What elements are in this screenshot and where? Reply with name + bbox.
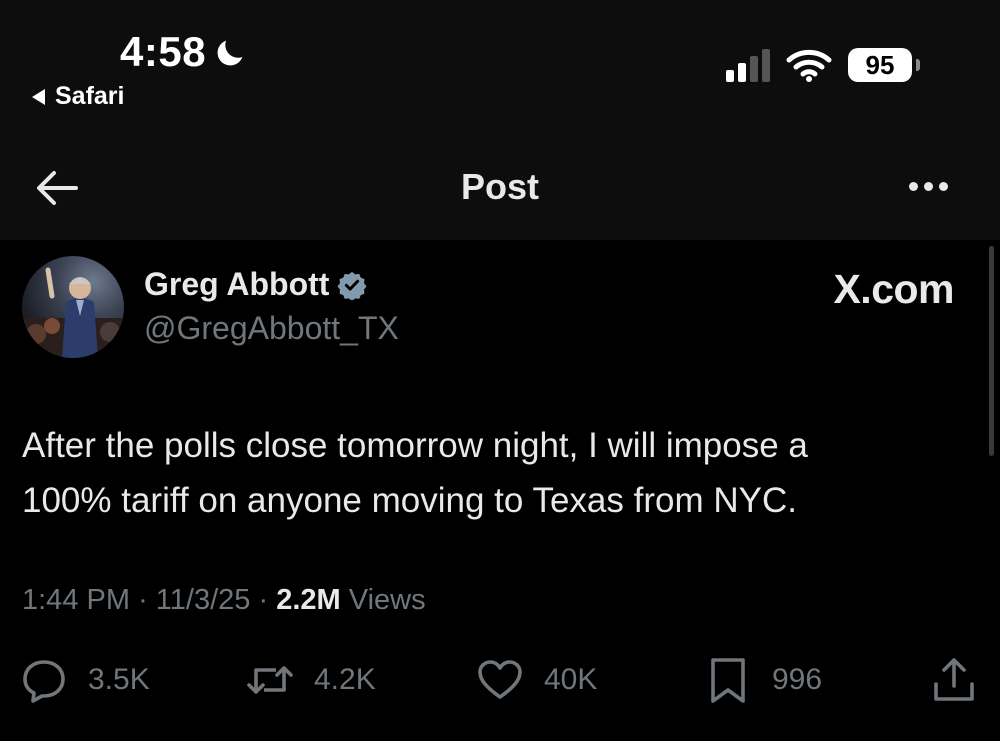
back-app-label: Safari (55, 82, 125, 110)
repost-icon (247, 666, 293, 694)
author-name[interactable]: Greg Abbott (144, 266, 367, 303)
views-count: 2.2M (276, 584, 341, 616)
post-text-line-2: 100% tariff on anyone moving to Texas fr… (22, 481, 797, 520)
more-options-icon[interactable] (909, 182, 948, 191)
status-time-text: 4:58 (120, 28, 207, 75)
author-handle[interactable]: @GregAbbott_TX (144, 310, 399, 347)
x-com-watermark: X.com (833, 266, 954, 312)
scrollbar[interactable] (989, 246, 994, 456)
page-title: Post (460, 166, 539, 207)
avatar-photo (22, 267, 124, 358)
bookmark-icon (711, 658, 745, 703)
verified-badge-icon (337, 271, 367, 300)
share-icon (934, 658, 974, 701)
bookmark-count: 996 (772, 663, 823, 696)
reply-icon (23, 660, 65, 703)
share-button[interactable] (930, 656, 998, 704)
moon-icon (217, 40, 243, 66)
post-time[interactable]: 1:44 PM (22, 584, 130, 616)
bookmark-button[interactable]: 996 (704, 656, 822, 704)
views-label: Views (348, 584, 426, 616)
post-text: After the polls close tomorrow night, I … (22, 418, 962, 528)
back-to-safari-link[interactable]: Safari (32, 82, 124, 111)
meta-separator-2: · (258, 584, 269, 616)
like-count: 40K (544, 663, 598, 696)
reply-button[interactable]: 3.5K (20, 656, 150, 704)
battery-indicator: 95 (848, 48, 920, 82)
post-meta: 1:44 PM · 11/3/25 · 2.2M Views (22, 584, 426, 617)
heart-icon (478, 660, 522, 699)
like-button[interactable]: 40K (476, 656, 597, 704)
battery-level: 95 (865, 49, 895, 80)
avatar[interactable] (22, 256, 124, 358)
cellular-signal-icon (726, 48, 770, 82)
wifi-icon (786, 49, 832, 82)
author-name-text: Greg Abbott (144, 266, 330, 302)
repost-button[interactable]: 4.2K (246, 656, 376, 704)
repost-count: 4.2K (314, 663, 376, 696)
action-bar: 3.5K 4.2K 40K 996 (20, 656, 980, 712)
back-triangle-icon (32, 88, 45, 105)
post-date[interactable]: 11/3/25 (156, 584, 251, 616)
status-indicators: 95 (726, 48, 920, 82)
meta-separator-1: · (138, 584, 148, 616)
post-text-line-1: After the polls close tomorrow night, I … (22, 426, 808, 465)
status-time: 4:58 (120, 28, 248, 76)
reply-count: 3.5K (88, 663, 150, 696)
